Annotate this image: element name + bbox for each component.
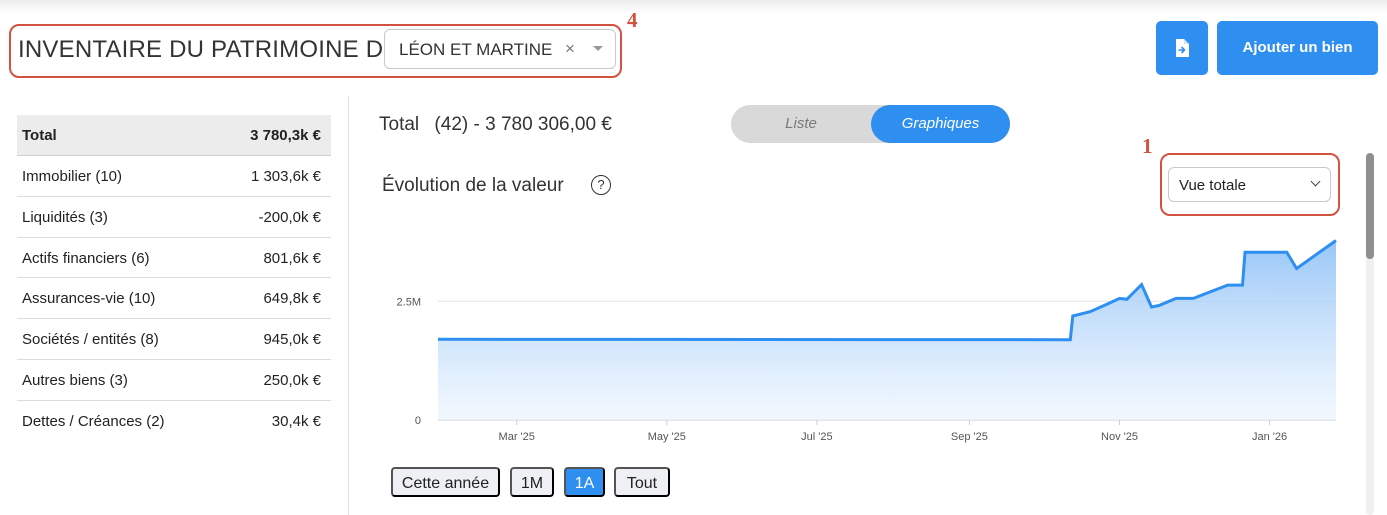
summary-row-label: Assurances-vie (10) (22, 290, 156, 308)
summary-row-label: Dettes / Créances (2) (22, 412, 165, 430)
range-button-1m[interactable]: 1M (510, 467, 554, 497)
summary-row[interactable]: Dettes / Créances (2) 30,4k € (17, 401, 331, 442)
chart-x-tick-label: Jan '26 (1252, 431, 1287, 443)
summary-row-value: 649,8k € (263, 290, 321, 308)
main-total-label: Total (379, 114, 420, 135)
summary-row-total: Total 3 780,3k € (17, 115, 331, 156)
summary-row-label: Immobilier (10) (22, 168, 123, 185)
summary-row-label: Autres biens (3) (22, 371, 128, 389)
summary-row-value: -200,0k € (258, 208, 321, 226)
summary-row-value: 250,0k € (263, 371, 321, 389)
range-button-1a[interactable]: 1A (564, 467, 605, 497)
chevron-down-icon (1310, 176, 1321, 187)
main-total: Total (42) - 3 780 306,00 € (379, 114, 612, 136)
scrollbar-thumb[interactable] (1366, 153, 1374, 259)
chart-y-tick-label: 0 (415, 415, 421, 427)
chart-area (438, 240, 1336, 420)
range-button-this-year[interactable]: Cette année (391, 467, 500, 497)
summary-row[interactable]: Assurances-vie (10) 649,8k € (17, 278, 331, 320)
summary-row-value: 1 303,6k € (250, 168, 321, 185)
range-button-tout[interactable]: Tout (614, 467, 670, 497)
chart-y-tick-label: 2.5M (397, 296, 421, 308)
summary-row-label: Actifs financiers (6) (22, 249, 150, 267)
add-asset-button[interactable]: Ajouter un bien (1217, 21, 1378, 75)
caret-down-icon[interactable] (593, 46, 603, 51)
annotation-number-4: 4 (627, 8, 638, 32)
view-toggle: Liste Graphiques (731, 105, 1010, 143)
annotation-number-1: 1 (1142, 134, 1153, 158)
owner-select-value: LÉON ET MARTINE (399, 40, 553, 59)
value-evolution-chart: Mar '25 May '25 Jul '25 Sep '25 Nov '25 Jan '… (397, 239, 1337, 443)
chart-x-tick-label: Jul '25 (801, 431, 832, 443)
summary-row[interactable]: Immobilier (10) 1 303,6k € (17, 156, 331, 197)
chart-x-tick-label: May '25 (648, 431, 686, 443)
chart-x-tick-label: Mar '25 (499, 431, 535, 443)
summary-row-label: Sociétés / entités (8) (22, 331, 159, 349)
view-select-value: Vue totale (1179, 177, 1246, 194)
page-title: INVENTAIRE DU PATRIMOINE DE (18, 36, 400, 63)
summary-row-label: Liquidités (3) (22, 208, 108, 226)
chart-x-tick-label: Sep '25 (951, 431, 988, 443)
summary-row-value: 801,6k € (263, 249, 321, 267)
main-total-detail: (42) - 3 780 306,00 € (434, 114, 612, 135)
clear-icon[interactable]: × (565, 39, 575, 59)
chart-x-tick-label: Nov '25 (1101, 431, 1138, 443)
owner-select[interactable]: LÉON ET MARTINE × (384, 29, 616, 69)
summary-row-value: 945,0k € (263, 331, 321, 349)
document-export-icon (1176, 39, 1189, 57)
summary-table: Total 3 780,3k € Immobilier (10) 1 303,6… (17, 115, 331, 442)
summary-row[interactable]: Autres biens (3) 250,0k € (17, 360, 331, 401)
toggle-graphiques[interactable]: Graphiques (871, 105, 1010, 143)
page-header: INVENTAIRE DU PATRIMOINE DE LÉON ET MART… (0, 0, 1387, 90)
export-document-button[interactable] (1156, 21, 1208, 75)
chart-section-title: Évolution de la valeur (382, 175, 564, 196)
summary-row[interactable]: Actifs financiers (6) 801,6k € (17, 238, 331, 279)
summary-row[interactable]: Sociétés / entités (8) 945,0k € (17, 319, 331, 360)
summary-row-value: 30,4k € (271, 412, 321, 430)
summary-total-value: 3 780,3k € (250, 127, 321, 144)
summary-row[interactable]: Liquidités (3) -200,0k € (17, 197, 331, 238)
summary-total-label: Total (22, 127, 57, 144)
help-icon[interactable]: ? (591, 175, 611, 195)
scrollbar[interactable] (1366, 153, 1374, 515)
view-select[interactable]: Vue totale (1168, 167, 1331, 202)
panel-divider (348, 96, 349, 515)
toggle-liste[interactable]: Liste (731, 105, 871, 143)
